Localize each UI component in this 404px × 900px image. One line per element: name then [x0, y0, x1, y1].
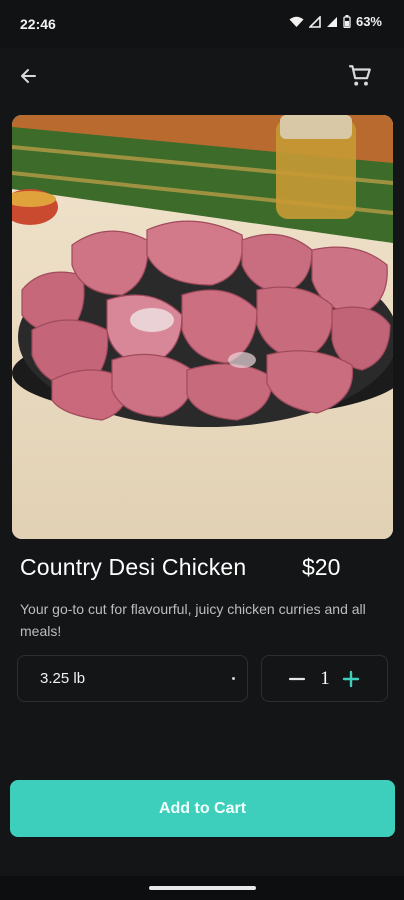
plus-icon [342, 670, 360, 688]
gesture-nav-bar [0, 876, 404, 900]
weight-dropdown[interactable]: 3.25 lb [17, 655, 248, 702]
signal-icon [308, 15, 321, 28]
app-bar [0, 48, 404, 108]
increment-button[interactable] [340, 668, 362, 690]
battery-icon [343, 15, 351, 28]
home-handle[interactable] [149, 886, 256, 890]
status-bar: 22:46 63% [0, 0, 404, 48]
back-button[interactable] [8, 56, 48, 96]
signal-icon-2 [326, 16, 337, 27]
quantity-stepper: 1 [261, 655, 388, 702]
product-price: $20 [302, 554, 341, 580]
weight-selected-value: 3.25 lb [40, 670, 86, 687]
cart-button[interactable] [340, 56, 380, 96]
status-time: 22:46 [20, 16, 56, 32]
quantity-value: 1 [320, 668, 330, 689]
status-icons: 63% [289, 14, 382, 29]
add-to-cart-button[interactable]: Add to Cart [10, 780, 395, 837]
dropdown-indicator-icon [232, 677, 235, 680]
product-description: Your go-to cut for flavourful, juicy chi… [20, 601, 366, 639]
decrement-button[interactable] [286, 668, 308, 690]
product-title: Country Desi Chicken [20, 554, 247, 580]
minus-icon [288, 677, 306, 681]
wifi-icon [289, 16, 304, 27]
battery-percent: 63% [355, 14, 382, 29]
shopping-cart-icon [349, 65, 371, 86]
product-photo [12, 115, 393, 539]
product-image [12, 115, 393, 539]
arrow-left-icon [21, 69, 36, 83]
